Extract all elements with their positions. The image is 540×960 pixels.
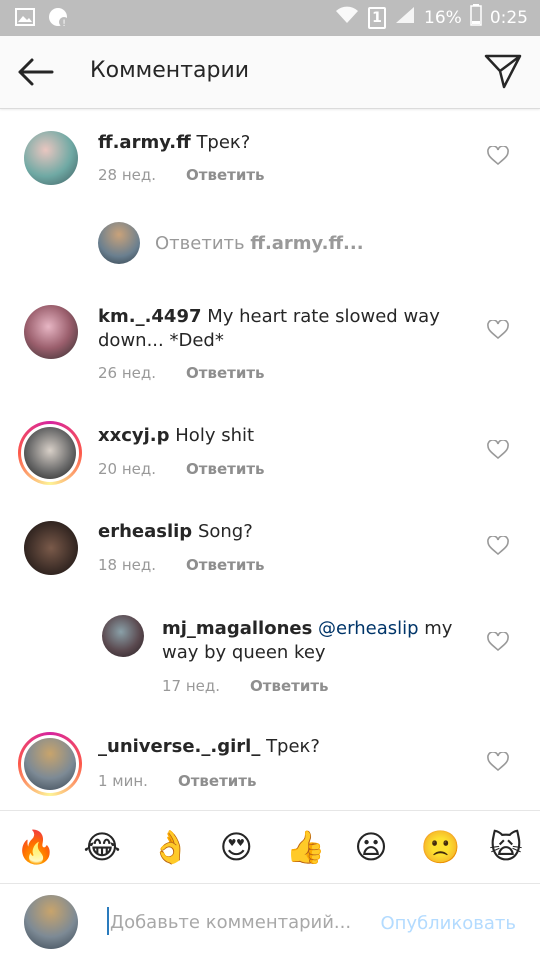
- like-heart-icon[interactable]: [487, 751, 509, 772]
- comment-username[interactable]: km._.4497: [98, 306, 202, 327]
- avatar[interactable]: [24, 521, 78, 575]
- avatar: [98, 222, 140, 264]
- clock: 0:25: [489, 7, 528, 28]
- tears-of-joy-emoji[interactable]: 😂: [83, 829, 120, 865]
- reply-button[interactable]: Ответить: [186, 460, 265, 478]
- thumbs-up-emoji[interactable]: 👍: [286, 829, 326, 865]
- slight-frown-emoji[interactable]: 🙁: [421, 829, 461, 865]
- comment-time: 26 нед.: [98, 364, 157, 382]
- reply-button[interactable]: Ответить: [186, 556, 265, 574]
- comment-username[interactable]: _universe._.girl_: [98, 736, 260, 757]
- battery-icon: [470, 4, 482, 31]
- svg-text:!: !: [62, 19, 66, 28]
- page-title: Комментарии: [90, 58, 250, 83]
- fire-emoji[interactable]: 🔥: [16, 829, 56, 865]
- ok-hand-emoji[interactable]: 👌: [151, 829, 191, 865]
- direct-send-icon[interactable]: [484, 52, 522, 90]
- signal-icon: [394, 5, 416, 30]
- like-heart-icon[interactable]: [487, 535, 509, 556]
- avatar[interactable]: [102, 615, 144, 657]
- comment-text: Song?: [197, 521, 253, 542]
- reply-button[interactable]: Ответить: [186, 364, 265, 382]
- gallery-notification-icon: [14, 6, 36, 28]
- comment-time: 20 нед.: [98, 460, 157, 478]
- wifi-icon: [334, 5, 360, 30]
- reply-prompt-target: ff.army.ff...: [250, 233, 364, 254]
- comment-username[interactable]: ff.army.ff: [98, 132, 191, 153]
- comment-username[interactable]: xxcyj.p: [98, 425, 170, 446]
- avatar[interactable]: [24, 305, 78, 359]
- comment-time: 28 нед.: [98, 166, 157, 184]
- story-ring[interactable]: [18, 732, 82, 796]
- text-caret: [107, 907, 109, 935]
- like-heart-icon[interactable]: [487, 439, 509, 460]
- like-heart-icon[interactable]: [487, 319, 509, 340]
- comment-time: 1 мин.: [98, 772, 148, 790]
- back-arrow-icon[interactable]: [16, 54, 56, 90]
- scream-cat-emoji[interactable]: 🙀: [488, 829, 524, 865]
- comment-time: 18 нед.: [98, 556, 157, 574]
- frowning-emoji[interactable]: 😦: [353, 829, 389, 865]
- comment-input[interactable]: [110, 907, 365, 937]
- like-heart-icon[interactable]: [487, 631, 509, 652]
- comment-mention[interactable]: @erheaslip: [318, 618, 418, 639]
- comment-time: 17 нед.: [162, 677, 221, 695]
- battery-percent: 16%: [424, 7, 462, 28]
- story-ring[interactable]: [18, 421, 82, 485]
- publish-button[interactable]: Опубликовать: [380, 913, 516, 934]
- comment-text: Holy shit: [175, 425, 255, 446]
- comment-username[interactable]: mj_magallones: [162, 618, 312, 639]
- avatar: [24, 427, 76, 479]
- reply-button[interactable]: Ответить: [178, 772, 257, 790]
- status-bar: ! 1 16% 0:25: [0, 0, 540, 36]
- reply-button[interactable]: Ответить: [250, 677, 329, 695]
- reply-prompt-label: Ответить: [155, 233, 245, 254]
- comment-username[interactable]: erheaslip: [98, 521, 192, 542]
- comment-text: Трек?: [196, 132, 251, 153]
- sim-indicator: 1: [368, 6, 387, 29]
- avatar: [24, 895, 78, 949]
- comment-composer: Опубликовать: [0, 885, 540, 960]
- app-notification-icon: !: [48, 6, 70, 28]
- reply-button[interactable]: Ответить: [186, 166, 265, 184]
- avatar[interactable]: [24, 131, 78, 185]
- emoji-quick-bar: 🔥 😂 👌 😍 👍 😦 🙁 🙀: [0, 810, 540, 884]
- app-header: Комментарии: [0, 36, 540, 109]
- heart-eyes-emoji[interactable]: 😍: [218, 829, 254, 865]
- like-heart-icon[interactable]: [487, 145, 509, 166]
- comment-text: Трек?: [266, 736, 320, 757]
- avatar: [24, 738, 76, 790]
